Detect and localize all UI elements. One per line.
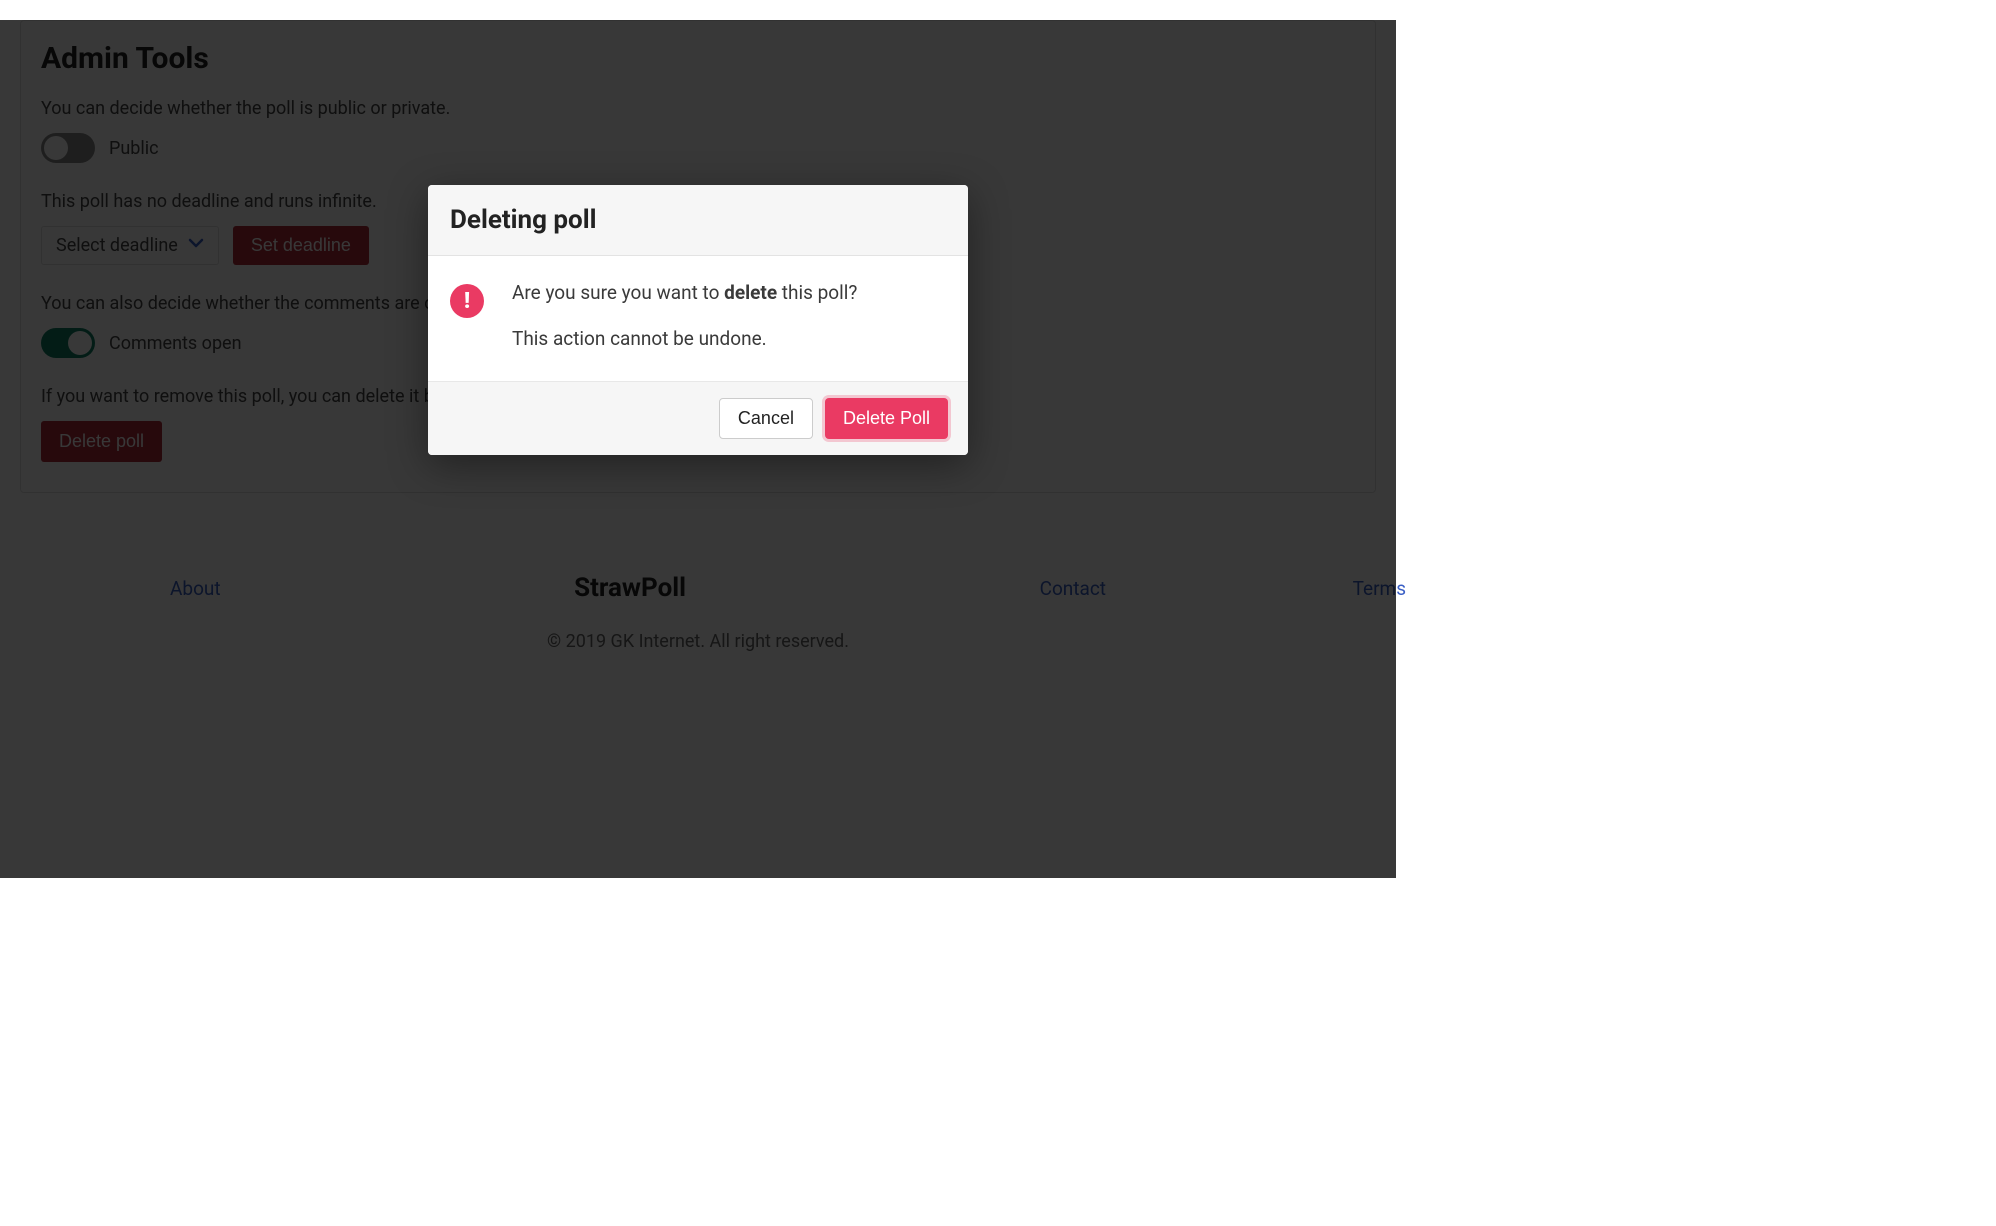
exclamation-icon: !	[450, 284, 484, 318]
modal-header: Deleting poll	[428, 185, 968, 256]
delete-confirmation-modal: Deleting poll ! Are you sure you want to…	[428, 185, 968, 455]
modal-warning: This action cannot be undone.	[512, 326, 857, 352]
modal-title: Deleting poll	[450, 205, 946, 235]
cancel-button[interactable]: Cancel	[719, 398, 813, 439]
modal-question: Are you sure you want to delete this pol…	[512, 280, 857, 306]
modal-footer: Cancel Delete Poll	[428, 382, 968, 455]
confirm-delete-button[interactable]: Delete Poll	[825, 398, 948, 439]
modal-overlay[interactable]: Deleting poll ! Are you sure you want to…	[0, 20, 1396, 878]
